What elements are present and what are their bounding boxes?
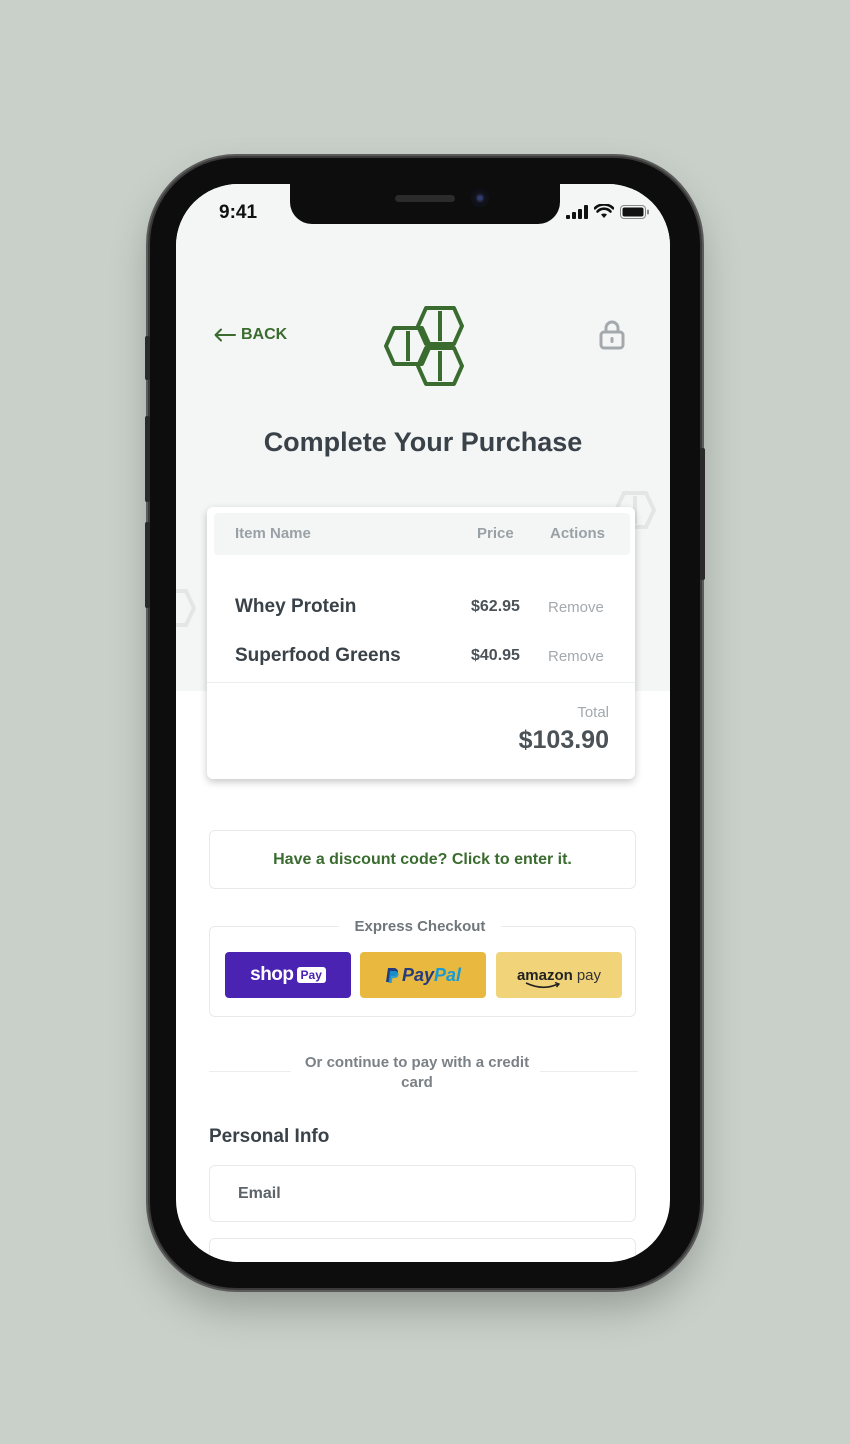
back-button[interactable]: BACK — [214, 326, 287, 344]
item-price: $40.95 — [471, 647, 520, 664]
paypal-text-pal: Pal — [434, 964, 462, 985]
wifi-icon — [594, 204, 614, 218]
shop-pay-text: shop — [250, 964, 294, 985]
speaker-grille — [395, 195, 455, 202]
mute-switch — [145, 336, 150, 380]
paypal-button[interactable]: Pay Pal — [360, 952, 486, 998]
email-field[interactable] — [209, 1165, 636, 1222]
total-value: $103.90 — [518, 726, 609, 754]
amazon-pay-button[interactable]: amazon pay — [496, 952, 622, 998]
paypal-text-pay: Pay — [401, 964, 434, 985]
item-name: Superfood Greens — [235, 645, 401, 666]
divider-line-right — [540, 1071, 638, 1072]
decorative-hexagon-icon-left — [176, 589, 197, 627]
amazon-smile-icon — [525, 981, 561, 988]
remove-item-button[interactable]: Remove — [548, 648, 604, 665]
brand-logo-icon — [384, 306, 464, 386]
credit-card-divider-text: Or continue to pay with a credit card — [304, 1054, 530, 1091]
page-title: Complete Your Purchase — [263, 427, 583, 457]
next-input-field[interactable] — [209, 1238, 636, 1262]
cart-divider — [207, 682, 635, 683]
volume-down-button — [145, 522, 150, 608]
cart-table-header: Item Name Price Actions — [214, 513, 630, 555]
power-button — [700, 448, 705, 580]
express-checkout-label-wrap: Express Checkout — [176, 918, 664, 936]
signal-icon — [566, 204, 588, 219]
amazon-text: amazon — [517, 967, 573, 988]
shop-pay-button[interactable]: shop Pay — [225, 952, 351, 998]
personal-info-title: Personal Info — [209, 1126, 330, 1147]
item-price: $62.95 — [471, 598, 520, 615]
back-label: BACK — [241, 326, 288, 343]
divider-line-left — [209, 1071, 291, 1072]
remove-item-button[interactable]: Remove — [548, 599, 604, 616]
item-name: Whey Protein — [235, 596, 357, 617]
column-header-actions: Actions — [550, 525, 606, 542]
express-checkout-label: Express Checkout — [338, 918, 502, 935]
phone-screen: 9:41 BACK Complete Your Purchase Item Na… — [176, 184, 670, 1262]
amazon-pay-text: pay — [576, 966, 602, 984]
column-header-item-name: Item Name — [235, 525, 311, 542]
front-camera — [471, 189, 489, 207]
cart-row: Whey Protein $62.95 Remove — [207, 592, 635, 622]
total-label: Total — [577, 704, 609, 721]
shop-pay-badge: Pay — [296, 967, 326, 983]
lock-icon — [599, 320, 625, 350]
volume-up-button — [145, 416, 150, 502]
discount-code-button[interactable]: Have a discount code? Click to enter it. — [209, 830, 636, 889]
status-time: 9:41 — [219, 202, 258, 223]
paypal-logo-icon — [385, 967, 399, 983]
status-icons — [566, 204, 650, 219]
camera-notch — [290, 184, 560, 224]
cart-summary-card: Item Name Price Actions Whey Protein $62… — [207, 507, 635, 779]
battery-icon — [620, 204, 649, 219]
arrow-left-icon — [214, 328, 236, 342]
column-header-price: Price — [477, 525, 514, 542]
cart-row: Superfood Greens $40.95 Remove — [207, 641, 635, 671]
